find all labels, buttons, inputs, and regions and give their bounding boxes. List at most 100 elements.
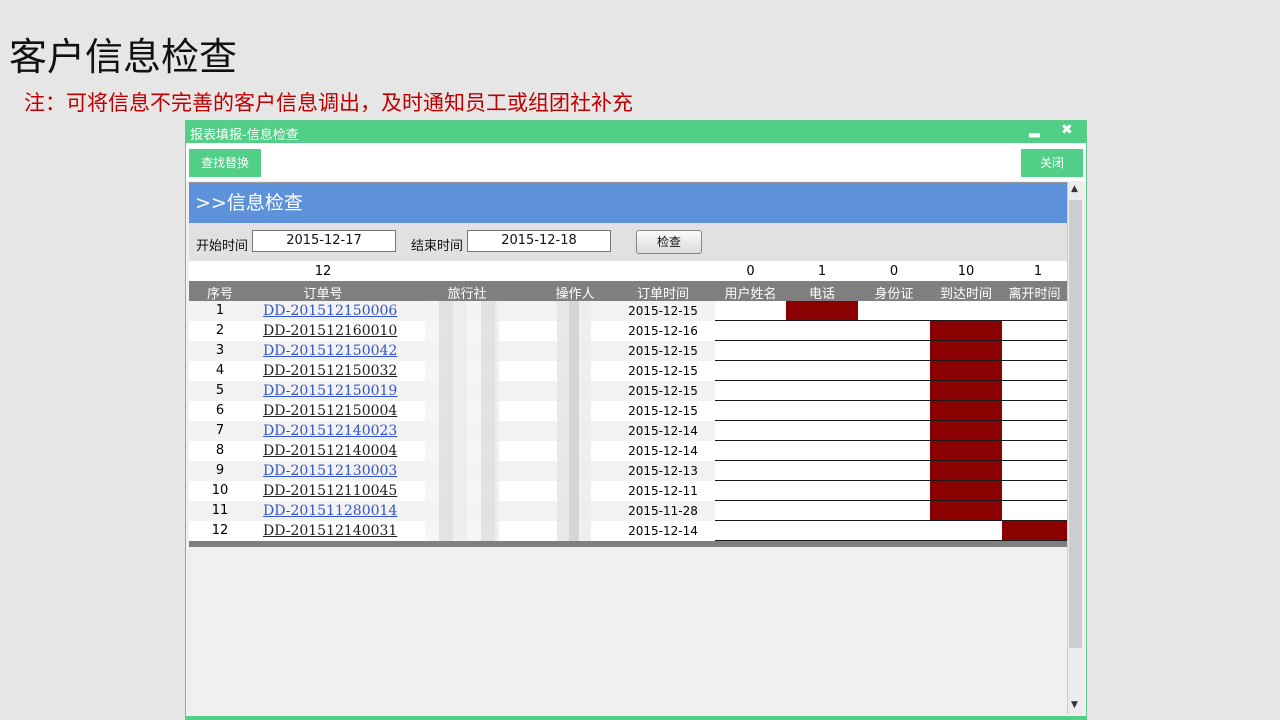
col-departure-time[interactable]: 离开时间	[1002, 283, 1067, 302]
window-titlebar: 报表填报-信息检查 ▂ ✖	[186, 121, 1086, 143]
minimize-icon[interactable]: ▂	[1029, 122, 1040, 138]
missing-flag-arrival-time	[930, 461, 1002, 481]
col-order-time[interactable]: 订单时间	[615, 283, 711, 302]
missing-flag-arrival-time	[930, 401, 1002, 421]
slide-title: 客户信息检查	[9, 35, 238, 79]
field-cell-user-name	[715, 401, 786, 421]
field-cell-id-card	[858, 301, 930, 321]
count-row: 12 0 1 0 10 1	[189, 261, 1067, 281]
end-time-input[interactable]: 2015-12-18	[467, 230, 611, 252]
field-cell-user-name	[715, 361, 786, 381]
col-id-card[interactable]: 身份证	[858, 283, 930, 302]
row-order-time: 2015-12-14	[628, 524, 698, 538]
col-arrival-time[interactable]: 到达时间	[930, 283, 1002, 302]
missing-flag-arrival-time	[930, 501, 1002, 521]
order-no-link[interactable]: DD-201512140031	[263, 521, 397, 541]
table-row[interactable]: 8 DD-201512140004 2015-12-14	[189, 441, 1067, 461]
table-row[interactable]: 7 DD-201512140023 2015-12-14	[189, 421, 1067, 441]
col-seq[interactable]: 序号	[189, 283, 251, 302]
field-cell-user-name	[715, 501, 786, 521]
field-cell-id-card	[858, 341, 930, 361]
col-user-name[interactable]: 用户姓名	[715, 283, 786, 302]
field-cell-user-name	[715, 441, 786, 461]
table-row[interactable]: 2 DD-201512160010 2015-12-16	[189, 321, 1067, 341]
order-no-link[interactable]: DD-201512130003	[263, 461, 397, 481]
field-cell-user-name	[715, 301, 786, 321]
content-area: >>信息检查 开始时间 2015-12-17 结束时间 2015-12-18 检…	[189, 182, 1067, 715]
order-no-link[interactable]: DD-201512110045	[263, 481, 397, 501]
order-no-link[interactable]: DD-201512140004	[263, 441, 397, 461]
close-icon[interactable]: ✖	[1061, 122, 1073, 138]
field-cell-departure-time	[1002, 381, 1067, 401]
order-no-link[interactable]: DD-201512150004	[263, 401, 397, 421]
col-agency[interactable]: 旅行社	[427, 283, 507, 302]
panel-header: >>信息检查	[189, 183, 1067, 223]
end-time-label: 结束时间	[411, 239, 464, 254]
table-row[interactable]: 1 DD-201512150006 2015-12-15	[189, 301, 1067, 321]
field-cell-arrival-time	[930, 521, 1002, 541]
scroll-thumb[interactable]	[1069, 200, 1082, 648]
order-no-link[interactable]: DD-201511280014	[263, 501, 397, 521]
table-row[interactable]: 11 DD-201511280014 2015-11-28	[189, 501, 1067, 521]
close-button[interactable]: 关闭	[1021, 149, 1083, 177]
find-replace-button[interactable]: 查找替换	[189, 149, 261, 177]
table-row[interactable]: 10 DD-201512110045 2015-12-11	[189, 481, 1067, 501]
col-operator[interactable]: 操作人	[535, 283, 615, 302]
field-cell-phone	[786, 321, 858, 341]
missing-flag-arrival-time	[930, 341, 1002, 361]
table-row[interactable]: 6 DD-201512150004 2015-12-15	[189, 401, 1067, 421]
field-cell-phone	[786, 421, 858, 441]
field-cell-phone	[786, 521, 858, 541]
operator-column-pixelated	[557, 301, 591, 541]
count-user-name: 0	[746, 264, 755, 279]
scroll-up-icon[interactable]: ▲	[1071, 184, 1078, 194]
row-order-time: 2015-12-15	[628, 344, 698, 358]
scroll-down-icon[interactable]: ▼	[1071, 700, 1078, 710]
col-order-no[interactable]: 订单号	[263, 283, 383, 302]
order-no-link[interactable]: DD-201512150006	[263, 301, 397, 321]
table-row[interactable]: 12 DD-201512140031 2015-12-14	[189, 521, 1067, 541]
count-departure-time: 1	[1033, 264, 1043, 279]
row-order-time: 2015-12-15	[628, 304, 698, 318]
order-no-link[interactable]: DD-201512140023	[263, 421, 397, 441]
row-seq: 5	[215, 383, 225, 398]
field-cell-user-name	[715, 521, 786, 541]
field-cell-phone	[786, 341, 858, 361]
toolbar: 查找替换 关闭	[186, 143, 1086, 181]
field-cell-user-name	[715, 481, 786, 501]
field-cell-id-card	[858, 421, 930, 441]
field-cell-user-name	[715, 461, 786, 481]
missing-flag-arrival-time	[930, 441, 1002, 461]
table-row[interactable]: 3 DD-201512150042 2015-12-15	[189, 341, 1067, 361]
field-cell-departure-time	[1002, 421, 1067, 441]
missing-flag-departure-time	[1002, 521, 1067, 541]
field-cell-departure-time	[1002, 501, 1067, 521]
field-cell-phone	[786, 501, 858, 521]
field-cell-id-card	[858, 461, 930, 481]
row-order-time: 2015-12-14	[628, 444, 698, 458]
missing-flag-arrival-time	[930, 361, 1002, 381]
field-cell-departure-time	[1002, 441, 1067, 461]
row-order-time: 2015-12-15	[628, 364, 698, 378]
order-no-link[interactable]: DD-201512150032	[263, 361, 397, 381]
table-row[interactable]: 5 DD-201512150019 2015-12-15	[189, 381, 1067, 401]
order-no-link[interactable]: DD-201512160010	[263, 321, 397, 341]
field-cell-departure-time	[1002, 301, 1067, 321]
start-time-input[interactable]: 2015-12-17	[252, 230, 396, 252]
row-seq: 4	[215, 363, 225, 378]
row-seq: 3	[215, 343, 225, 358]
row-order-time: 2015-12-13	[628, 464, 698, 478]
order-no-link[interactable]: DD-201512150042	[263, 341, 397, 361]
check-button[interactable]: 检查	[636, 230, 702, 254]
field-cell-id-card	[858, 521, 930, 541]
vertical-scrollbar[interactable]: ▲ ▼	[1067, 182, 1083, 714]
table-row[interactable]: 4 DD-201512150032 2015-12-15	[189, 361, 1067, 381]
order-no-link[interactable]: DD-201512150019	[263, 381, 397, 401]
col-phone[interactable]: 电话	[786, 283, 858, 302]
row-seq: 10	[211, 483, 229, 498]
table-row[interactable]: 9 DD-201512130003 2015-12-13	[189, 461, 1067, 481]
field-cell-arrival-time	[930, 301, 1002, 321]
window-title: 报表填报-信息检查	[190, 128, 299, 143]
field-cell-phone	[786, 461, 858, 481]
table-bottom-bar	[189, 541, 1067, 547]
